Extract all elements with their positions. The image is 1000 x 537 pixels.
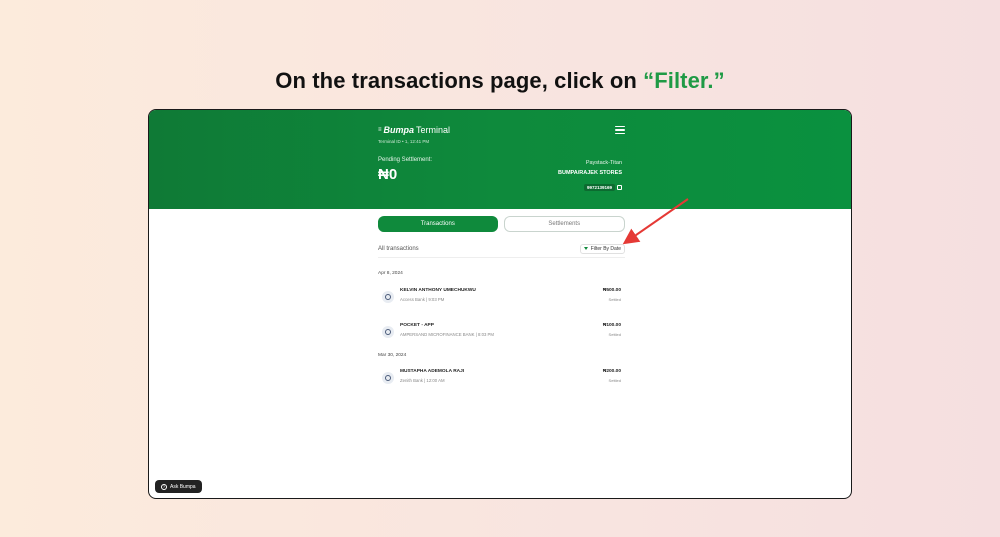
account-info: Paystack-Titan BUMPA/RAJEK STORES 997213… — [558, 160, 622, 194]
filter-by-date-button[interactable]: Filter By Date — [579, 243, 625, 254]
transaction-status: Settled — [608, 332, 621, 337]
date-group-label: Mar 30, 2024 — [378, 353, 407, 358]
bumpa-logo-icon: ≡ — [378, 127, 382, 133]
header-banner: ≡ Bumpa Terminal Terminal ID • 1, 12:41 … — [149, 110, 851, 209]
transaction-amount: ₦100.00 — [602, 323, 621, 328]
instruction-prefix: On the transactions page, click on — [275, 68, 644, 93]
pending-settlement-amount: ₦0 — [378, 166, 398, 183]
date-group-label: Apr 8, 2024 — [378, 271, 403, 276]
transaction-details: Zenith Bank | 12:00 AM — [400, 378, 445, 383]
store-name: BUMPA/RAJEK STORES — [558, 170, 622, 176]
transaction-amount: ₦200.00 — [602, 369, 621, 374]
check-circle-icon — [382, 326, 394, 338]
filter-label: Filter By Date — [590, 245, 621, 252]
list-title: All transactions — [378, 245, 419, 252]
brand-suffix: Terminal — [416, 125, 451, 135]
transaction-name: POCKET - APP — [400, 323, 434, 328]
tab-bar: Transactions Settlements — [378, 216, 625, 232]
transaction-row[interactable]: MUSTAPHA ADEMOLA RAJI Zenith Bank | 12:0… — [378, 369, 625, 389]
check-circle-icon — [382, 372, 394, 384]
app-window: ≡ Bumpa Terminal Terminal ID • 1, 12:41 … — [148, 109, 852, 499]
transaction-row[interactable]: POCKET - APP AMPERSAND MICROFINANCE BANK… — [378, 323, 625, 343]
brand: ≡ Bumpa Terminal — [378, 125, 450, 135]
ask-bumpa-label: Ask Bumpa — [170, 483, 196, 490]
transaction-details: Access Bank | 9:03 PM — [400, 297, 445, 302]
transaction-row[interactable]: KELVIN ANTHONY UMECHUKWU Access Bank | 9… — [378, 288, 625, 308]
pending-settlement-label: Pending Settlement: — [378, 157, 433, 163]
brand-logo: Bumpa — [383, 125, 415, 135]
hamburger-menu-icon[interactable] — [615, 126, 625, 135]
filter-icon — [583, 247, 588, 250]
transaction-details: AMPERSAND MICROFINANCE BANK | 8:03 PM — [400, 332, 494, 337]
transaction-status: Settled — [608, 297, 621, 302]
account-number: 9972139169 — [583, 184, 615, 191]
ask-bumpa-button[interactable]: ? Ask Bumpa — [155, 480, 202, 493]
brand-subtitle: Terminal ID • 1, 12:41 PM — [378, 139, 430, 144]
provider-name: Paystack-Titan — [585, 160, 622, 166]
account-number-row: 9972139169 — [583, 184, 622, 191]
tab-transactions[interactable]: Transactions — [378, 216, 498, 232]
transaction-amount: ₦500.00 — [602, 288, 621, 293]
transaction-status: Settled — [608, 378, 621, 383]
instruction-highlight: “Filter.” — [643, 68, 725, 93]
tab-settlements[interactable]: Settlements — [503, 216, 625, 232]
help-icon: ? — [161, 483, 167, 490]
transaction-name: KELVIN ANTHONY UMECHUKWU — [400, 288, 476, 293]
list-header: All transactions Filter By Date — [378, 242, 625, 258]
check-circle-icon — [382, 291, 394, 303]
transaction-name: MUSTAPHA ADEMOLA RAJI — [400, 369, 465, 374]
copy-icon[interactable] — [617, 185, 622, 190]
instruction-caption: On the transactions page, click on “Filt… — [0, 68, 1000, 94]
